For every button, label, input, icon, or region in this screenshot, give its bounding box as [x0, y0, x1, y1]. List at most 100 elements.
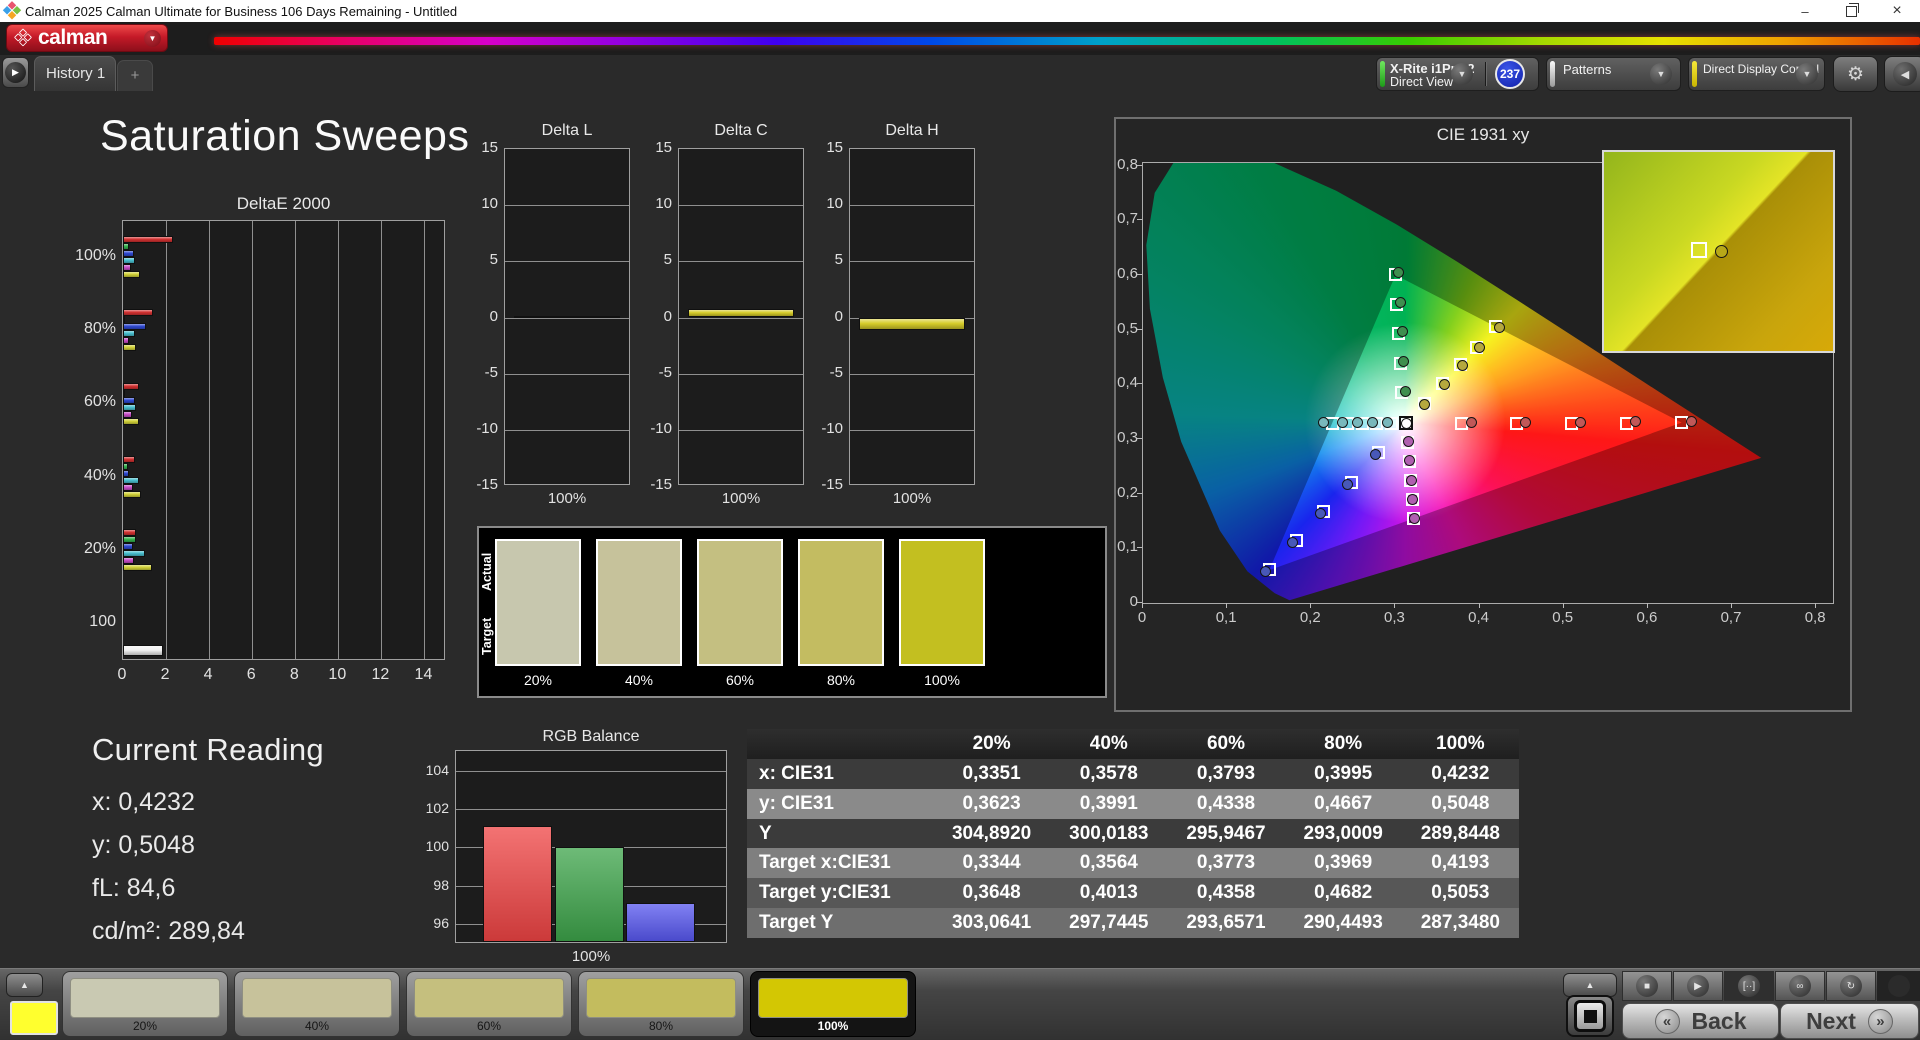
table-cell: 295,9467 [1186, 822, 1266, 844]
chart-title: CIE 1931 xy [1436, 125, 1530, 144]
chevron-down-icon[interactable]: ▼ [1451, 63, 1473, 85]
meter-dropdown[interactable]: X-Rite i1Pro 2 Direct View ▼ 237 [1376, 57, 1539, 91]
tab-history-1[interactable]: History 1 [34, 56, 116, 91]
gridline [505, 429, 629, 431]
gridline [252, 221, 254, 659]
pattern-step-button[interactable]: [··] [1724, 971, 1774, 1001]
calman-menu-button[interactable]: calman ▼ [6, 24, 168, 52]
chevron-down-icon[interactable]: ▼ [1650, 63, 1672, 85]
axis-tick-label: 0 [834, 307, 843, 325]
sweep-swatch-80% [798, 539, 884, 666]
measured-marker-cyan [1381, 417, 1393, 429]
chart-title: Delta C [714, 122, 768, 139]
settings-button[interactable]: ⚙ [1833, 56, 1878, 92]
gridline [850, 429, 974, 431]
deltae-bar-red [123, 236, 173, 243]
gridline [424, 221, 426, 659]
patterns-dropdown[interactable]: Patterns ▼ [1546, 57, 1681, 91]
deltae-2000-chart: DeltaE 2000 100% 80% 60% 40% 20% 100 0 2 4 6 8 10 12… [70, 192, 470, 702]
axis-tick-label: 40% [83, 466, 116, 484]
display-control-dropdown[interactable]: Direct Display Control ▼ [1688, 57, 1825, 91]
axis-tick-label: 0,6 [1117, 265, 1138, 283]
table-column-header: 80% [1324, 732, 1363, 754]
disabled-slot [1877, 971, 1920, 1001]
delta-bar [688, 308, 794, 318]
chevron-down-icon[interactable]: ▼ [144, 29, 161, 47]
table-row-label: Target Y [759, 912, 834, 934]
table-cell: 303,0641 [951, 912, 1032, 934]
table-cell: 0,4013 [1079, 882, 1138, 904]
pattern-step-icon: [··] [1738, 975, 1760, 997]
axis-tick-label: -5 [829, 363, 843, 381]
continuous-button[interactable]: ∞ [1775, 971, 1825, 1001]
tab-scroll-button[interactable]: ▶ [2, 57, 29, 88]
axis-tick-label: 12 [371, 666, 390, 683]
pattern-swatch [70, 978, 220, 1018]
delta-l-chart: Delta L 15 10 5 0 -5 -10 -15 100% [460, 118, 650, 513]
pattern-label: 80% [648, 1019, 674, 1033]
axis-tick-label: 15 [481, 139, 498, 156]
pattern-bar-expand-button[interactable]: ▲ [6, 973, 43, 997]
table-column-header: 60% [1206, 732, 1245, 754]
stop-button[interactable]: ■ [1622, 971, 1672, 1001]
deltae-bar-red [123, 382, 140, 390]
axis-tick-label: 0 [489, 307, 498, 325]
loop-button[interactable]: ↻ [1826, 971, 1876, 1001]
calman-app-icon [2, 1, 22, 21]
table-cell: 0,4338 [1196, 792, 1256, 814]
axis-tick-label: 0,1 [1117, 538, 1138, 556]
table-cell: 304,8920 [951, 822, 1032, 844]
restore-icon [1845, 2, 1859, 17]
table-cell: 0,4667 [1314, 792, 1373, 814]
pattern-swatch [242, 978, 392, 1018]
measured-marker-cyan [1366, 417, 1378, 429]
pattern-button-40%[interactable]: 40% [234, 971, 400, 1037]
table-cell: 0,5053 [1431, 882, 1490, 904]
pattern-button-20%[interactable]: 20% [62, 971, 228, 1037]
axis-tick-label: 100% [892, 490, 932, 507]
back-chevrons-icon: « [1654, 1008, 1680, 1034]
table-row: Target y:CIE31 0,3648 0,4013 0,4358 0,4682 0,… [747, 878, 1519, 909]
axis-tick-label: 0,3 [1117, 429, 1138, 447]
target-label: Target [480, 617, 494, 655]
pattern-button-80%[interactable]: 80% [578, 971, 744, 1037]
next-button[interactable]: Next » [1780, 1003, 1919, 1039]
deltae-bar-white [123, 644, 163, 656]
axis-tick-label: 0,5 [1117, 319, 1138, 337]
gridline [679, 261, 803, 263]
minimize-button[interactable]: – [1782, 0, 1828, 22]
back-button[interactable]: « Back [1622, 1003, 1779, 1039]
collapse-panel-button[interactable]: ◀ [1884, 56, 1920, 92]
axis-tick-label: 0 [117, 666, 127, 683]
chevron-left-icon: ◀ [1893, 62, 1917, 86]
window-title: Calman 2025 Calman Ultimate for Business… [25, 3, 458, 19]
table-header-row: 20% 40% 60% 80% 100% [747, 729, 1519, 759]
controls-expand-button[interactable]: ▲ [1563, 973, 1617, 997]
deltae-bar-blue [123, 250, 134, 257]
measured-marker-red [1629, 416, 1641, 428]
swatch-label: 20% [523, 672, 553, 688]
table-cell: 0,3578 [1079, 762, 1138, 784]
axis-tick-label: 0,2 [1117, 483, 1138, 501]
measured-marker-red [1575, 416, 1587, 428]
axis-tick [1394, 603, 1396, 608]
current-reading-fL: fL: 84,6 [92, 874, 176, 902]
pattern-button-100%[interactable]: 100% [750, 971, 916, 1037]
axis-tick-label: 10 [826, 195, 843, 213]
delta-bar [859, 317, 965, 330]
play-button[interactable]: ▶ [1673, 971, 1723, 1001]
swatch-label: 60% [725, 672, 755, 688]
close-button[interactable]: × [1874, 0, 1920, 22]
deltae-bar-yellow [123, 417, 140, 425]
restore-button[interactable] [1828, 0, 1874, 22]
swatch-label: 80% [826, 672, 856, 688]
pattern-label: 40% [304, 1019, 330, 1033]
pattern-button-60%[interactable]: 60% [406, 971, 572, 1037]
current-reading-x: x: 0,4232 [92, 788, 195, 816]
add-tab-button[interactable]: + [117, 60, 153, 91]
axis-tick-label: 100 [425, 838, 449, 855]
axis-tick-label: -15 [650, 476, 672, 493]
pattern-window-button[interactable] [1566, 995, 1614, 1037]
page-title: Saturation Sweeps [100, 112, 470, 160]
chevron-down-icon[interactable]: ▼ [1796, 63, 1818, 85]
